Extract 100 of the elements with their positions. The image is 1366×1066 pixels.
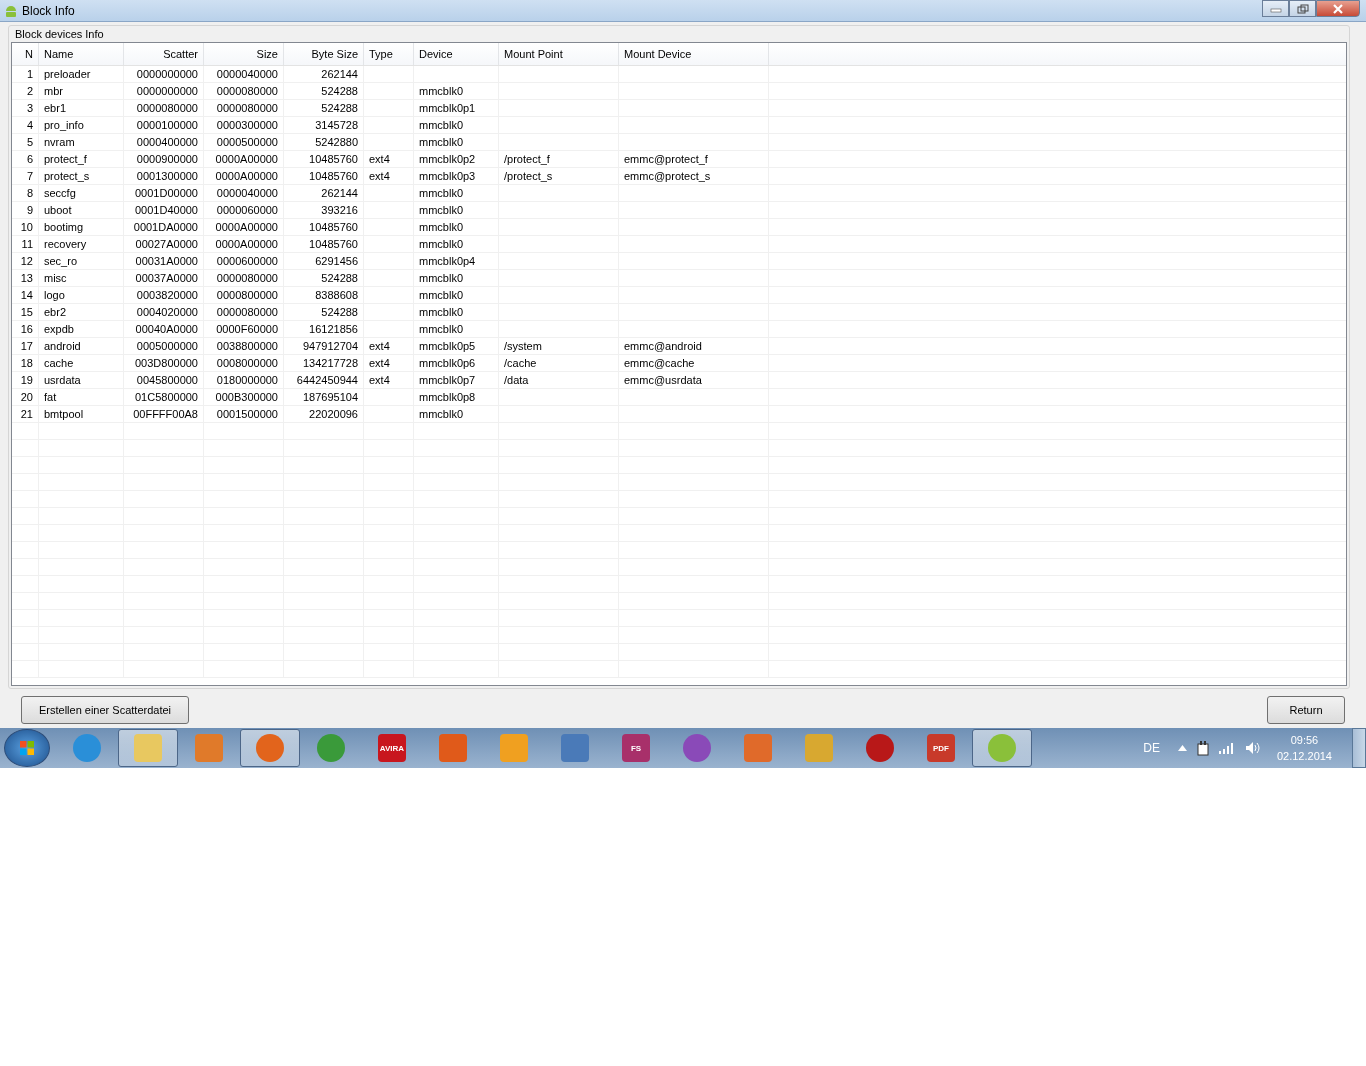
taskbar-button[interactable]: FS xyxy=(606,729,666,767)
table-cell: misc xyxy=(44,272,67,284)
table-cell: ebr1 xyxy=(44,102,67,114)
table-cell: preloader xyxy=(44,68,91,80)
restore-button[interactable] xyxy=(1289,0,1316,17)
column-header[interactable]: Mount Device xyxy=(619,43,769,65)
table-cell: 0003820000 xyxy=(136,289,198,301)
table-cell: 0000400000 xyxy=(136,136,198,148)
table-cell: 5 xyxy=(26,136,33,148)
table-cell: 7 xyxy=(26,170,33,182)
table-cell: mbr xyxy=(44,85,63,97)
taskbar-button[interactable] xyxy=(118,729,178,767)
table-cell: 00037A0000 xyxy=(135,272,198,284)
table-cell: mmcblk0 xyxy=(419,204,463,216)
table-cell: 0000A00000 xyxy=(215,238,278,250)
column-header[interactable]: Mount Point xyxy=(499,43,619,65)
table-cell: mmcblk0p1 xyxy=(419,102,476,114)
table-cell: 0000600000 xyxy=(216,255,278,267)
column-header[interactable]: Device xyxy=(414,43,499,65)
column-header[interactable]: Name xyxy=(39,43,124,65)
table-cell: 16121856 xyxy=(309,323,358,335)
table-cell: 0001D40000 xyxy=(135,204,198,216)
table-cell: 8 xyxy=(26,187,33,199)
table-cell: mmcblk0p4 xyxy=(419,255,476,267)
taskbar-button[interactable]: AVIRA xyxy=(362,729,422,767)
table-cell: mmcblk0 xyxy=(419,85,463,97)
table-cell: 947912704 xyxy=(302,340,358,352)
up-arrow-icon[interactable] xyxy=(1177,745,1187,751)
close-button[interactable] xyxy=(1316,0,1360,17)
column-header[interactable]: Scatter xyxy=(124,43,204,65)
table-cell: mmcblk0 xyxy=(419,238,463,250)
table-cell: 262144 xyxy=(321,68,358,80)
table-cell: mmcblk0 xyxy=(419,221,463,233)
table-cell: /data xyxy=(504,374,529,386)
speaker-icon[interactable] xyxy=(1244,741,1261,755)
windows-logo-icon xyxy=(19,740,35,756)
table-cell: /protect_s xyxy=(504,170,553,182)
table-cell: ext4 xyxy=(369,153,390,165)
table-cell: 0045800000 xyxy=(136,374,198,386)
close-icon xyxy=(1332,3,1344,14)
table-cell: emmc@usrdata xyxy=(624,374,702,386)
table-cell: 0004020000 xyxy=(136,306,198,318)
column-header[interactable]: Byte Size xyxy=(284,43,364,65)
table-cell: 5242880 xyxy=(315,136,358,148)
table-cell: ext4 xyxy=(369,170,390,182)
column-header[interactable]: Size xyxy=(204,43,284,65)
table-cell: 20 xyxy=(20,391,33,403)
table-cell: 187695104 xyxy=(302,391,358,403)
start-button[interactable] xyxy=(4,729,50,767)
table-cell: 0000A00000 xyxy=(215,153,278,165)
table-cell: 524288 xyxy=(321,272,358,284)
column-header[interactable]: N xyxy=(12,43,39,65)
window-title: Block Info xyxy=(22,3,75,18)
table-cell: mmcblk0p2 xyxy=(419,153,476,165)
table-cell: recovery xyxy=(44,238,87,250)
group-title: Block devices Info xyxy=(14,28,105,40)
table-cell: 00031A0000 xyxy=(135,255,198,267)
taskbar-button[interactable]: PDF xyxy=(911,729,971,767)
table-cell: 0000060000 xyxy=(216,204,278,216)
table-cell: android xyxy=(44,340,81,352)
show-desktop-button[interactable] xyxy=(1352,728,1366,768)
table-cell: 524288 xyxy=(321,306,358,318)
umbrella-logo-icon: AVIRA xyxy=(378,734,406,762)
table-cell: /cache xyxy=(504,357,537,369)
table-cell: 003D800000 xyxy=(135,357,198,369)
table-cell: 16 xyxy=(20,323,33,335)
table-cell: ext4 xyxy=(369,374,390,386)
restore-icon xyxy=(1296,3,1309,14)
signal-bars-icon[interactable] xyxy=(1218,742,1235,754)
table-cell: 8388608 xyxy=(315,289,358,301)
table-cell: 0000040000 xyxy=(216,68,278,80)
table-cell: 17 xyxy=(20,340,33,352)
table-cell: mmcblk0 xyxy=(419,136,463,148)
table-cell: 0000040000 xyxy=(216,187,278,199)
return-button[interactable]: Return xyxy=(1267,696,1345,724)
table-cell: 0000800000 xyxy=(216,289,278,301)
table-cell: ext4 xyxy=(369,357,390,369)
table-cell: 0000000000 xyxy=(136,85,198,97)
table-cell: 11 xyxy=(21,238,33,250)
table-cell: mmcblk0 xyxy=(419,289,463,301)
table-cell: emmc@protect_s xyxy=(624,170,711,182)
table-cell: 6442450944 xyxy=(296,374,358,386)
table-cell: 0000900000 xyxy=(136,153,198,165)
table-cell: seccfg xyxy=(44,187,76,199)
taskbar-button[interactable] xyxy=(240,729,300,767)
table-cell: bootimg xyxy=(44,221,84,233)
table-cell: 19 xyxy=(20,374,33,386)
table-cell: 0000080000 xyxy=(216,85,278,97)
table-cell: 0000080000 xyxy=(216,306,278,318)
table-cell: 134217728 xyxy=(302,357,358,369)
create-scatter-button[interactable]: Erstellen einer Scatterdatei xyxy=(21,696,189,724)
table-cell: emmc@android xyxy=(624,340,702,352)
taskbar-button[interactable] xyxy=(972,729,1032,767)
table-cell: 18 xyxy=(20,357,33,369)
column-header[interactable]: Type xyxy=(364,43,414,65)
minimize-button[interactable] xyxy=(1262,0,1289,17)
table-cell: nvram xyxy=(44,136,75,148)
table-cell: 0001300000 xyxy=(136,170,198,182)
fs-logo-icon: FS xyxy=(622,734,650,762)
table-cell: protect_s xyxy=(44,170,90,182)
